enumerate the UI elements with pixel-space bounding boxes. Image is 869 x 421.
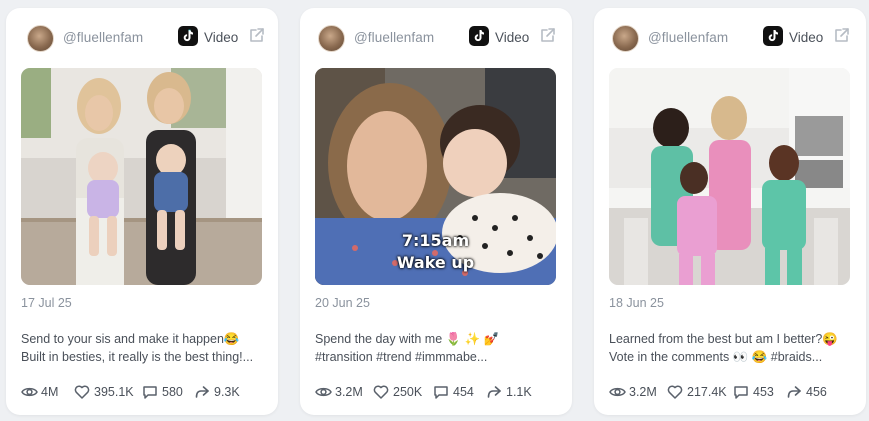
stats-row: 4M 395.1K 580 9.3K xyxy=(21,383,281,401)
caption-line: Spend the day with me 🌷 ✨ 💅 xyxy=(315,332,500,346)
post-date: 20 Jun 25 xyxy=(315,296,370,310)
heart-icon xyxy=(74,385,90,399)
platform-label: Video xyxy=(204,30,239,45)
stats-row: 3.2M 250K 454 1.1K xyxy=(315,383,575,401)
shares-count: 9.3K xyxy=(214,385,240,399)
comments-count: 453 xyxy=(753,385,774,399)
views-count: 4M xyxy=(41,385,59,399)
video-card[interactable]: @fluellenfam Video xyxy=(594,8,866,415)
avatar[interactable] xyxy=(612,25,639,52)
video-card[interactable]: @fluellenfam Video xyxy=(300,8,572,415)
card-header: @fluellenfam Video xyxy=(24,24,278,52)
video-overlay-text: 7:15am Wake up xyxy=(315,230,556,274)
platform-label: Video xyxy=(789,30,824,45)
video-thumbnail[interactable] xyxy=(609,68,850,285)
stats-row: 3.2M 217.4K 453 456 xyxy=(609,383,869,401)
overlay-line: 7:15am xyxy=(401,231,470,250)
heart-icon xyxy=(373,385,389,399)
comment-icon xyxy=(434,386,448,399)
share-icon xyxy=(487,386,501,398)
eye-icon xyxy=(609,387,626,397)
comment-icon xyxy=(143,386,157,399)
tiktok-icon xyxy=(178,26,198,46)
comment-icon xyxy=(734,386,748,399)
post-caption: Learned from the best but am I better?😜 … xyxy=(609,330,859,366)
overlay-line: Wake up xyxy=(396,253,475,272)
share-icon xyxy=(195,386,209,398)
caption-line: #transition #trend #immmabe... xyxy=(315,350,488,364)
username[interactable]: @fluellenfam xyxy=(354,30,434,45)
external-link-icon[interactable] xyxy=(248,26,266,44)
likes-count: 395.1K xyxy=(94,385,134,399)
username[interactable]: @fluellenfam xyxy=(63,30,143,45)
external-link-icon[interactable] xyxy=(539,26,557,44)
video-card[interactable]: @fluellenfam Video xyxy=(6,8,278,415)
heart-icon xyxy=(667,385,683,399)
username[interactable]: @fluellenfam xyxy=(648,30,728,45)
card-header: @fluellenfam Video xyxy=(609,24,866,52)
views-count: 3.2M xyxy=(335,385,363,399)
likes-count: 250K xyxy=(393,385,423,399)
post-date: 18 Jun 25 xyxy=(609,296,664,310)
post-caption: Spend the day with me 🌷 ✨ 💅 #transition … xyxy=(315,330,565,366)
comments-count: 454 xyxy=(453,385,474,399)
views-count: 3.2M xyxy=(629,385,657,399)
video-thumbnail[interactable] xyxy=(21,68,262,285)
likes-count: 217.4K xyxy=(687,385,727,399)
share-icon xyxy=(787,386,801,398)
caption-line: Built in besties, it really is the best … xyxy=(21,350,254,364)
post-date: 17 Jul 25 xyxy=(21,296,72,310)
card-header: @fluellenfam Video xyxy=(315,24,572,52)
caption-line: Vote in the comments 👀 😂 #braids... xyxy=(609,350,823,364)
caption-line: Learned from the best but am I better?😜 xyxy=(609,332,838,346)
comments-count: 580 xyxy=(162,385,183,399)
caption-line: Send to your sis and make it happen😂 xyxy=(21,332,240,346)
platform-label: Video xyxy=(495,30,530,45)
shares-count: 456 xyxy=(806,385,827,399)
avatar[interactable] xyxy=(27,25,54,52)
tiktok-icon xyxy=(469,26,489,46)
tiktok-icon xyxy=(763,26,783,46)
shares-count: 1.1K xyxy=(506,385,532,399)
eye-icon xyxy=(21,387,38,397)
video-thumbnail[interactable]: 7:15am Wake up xyxy=(315,68,556,285)
eye-icon xyxy=(315,387,332,397)
external-link-icon[interactable] xyxy=(833,26,851,44)
post-caption: Send to your sis and make it happen😂 Bui… xyxy=(21,330,271,366)
avatar[interactable] xyxy=(318,25,345,52)
